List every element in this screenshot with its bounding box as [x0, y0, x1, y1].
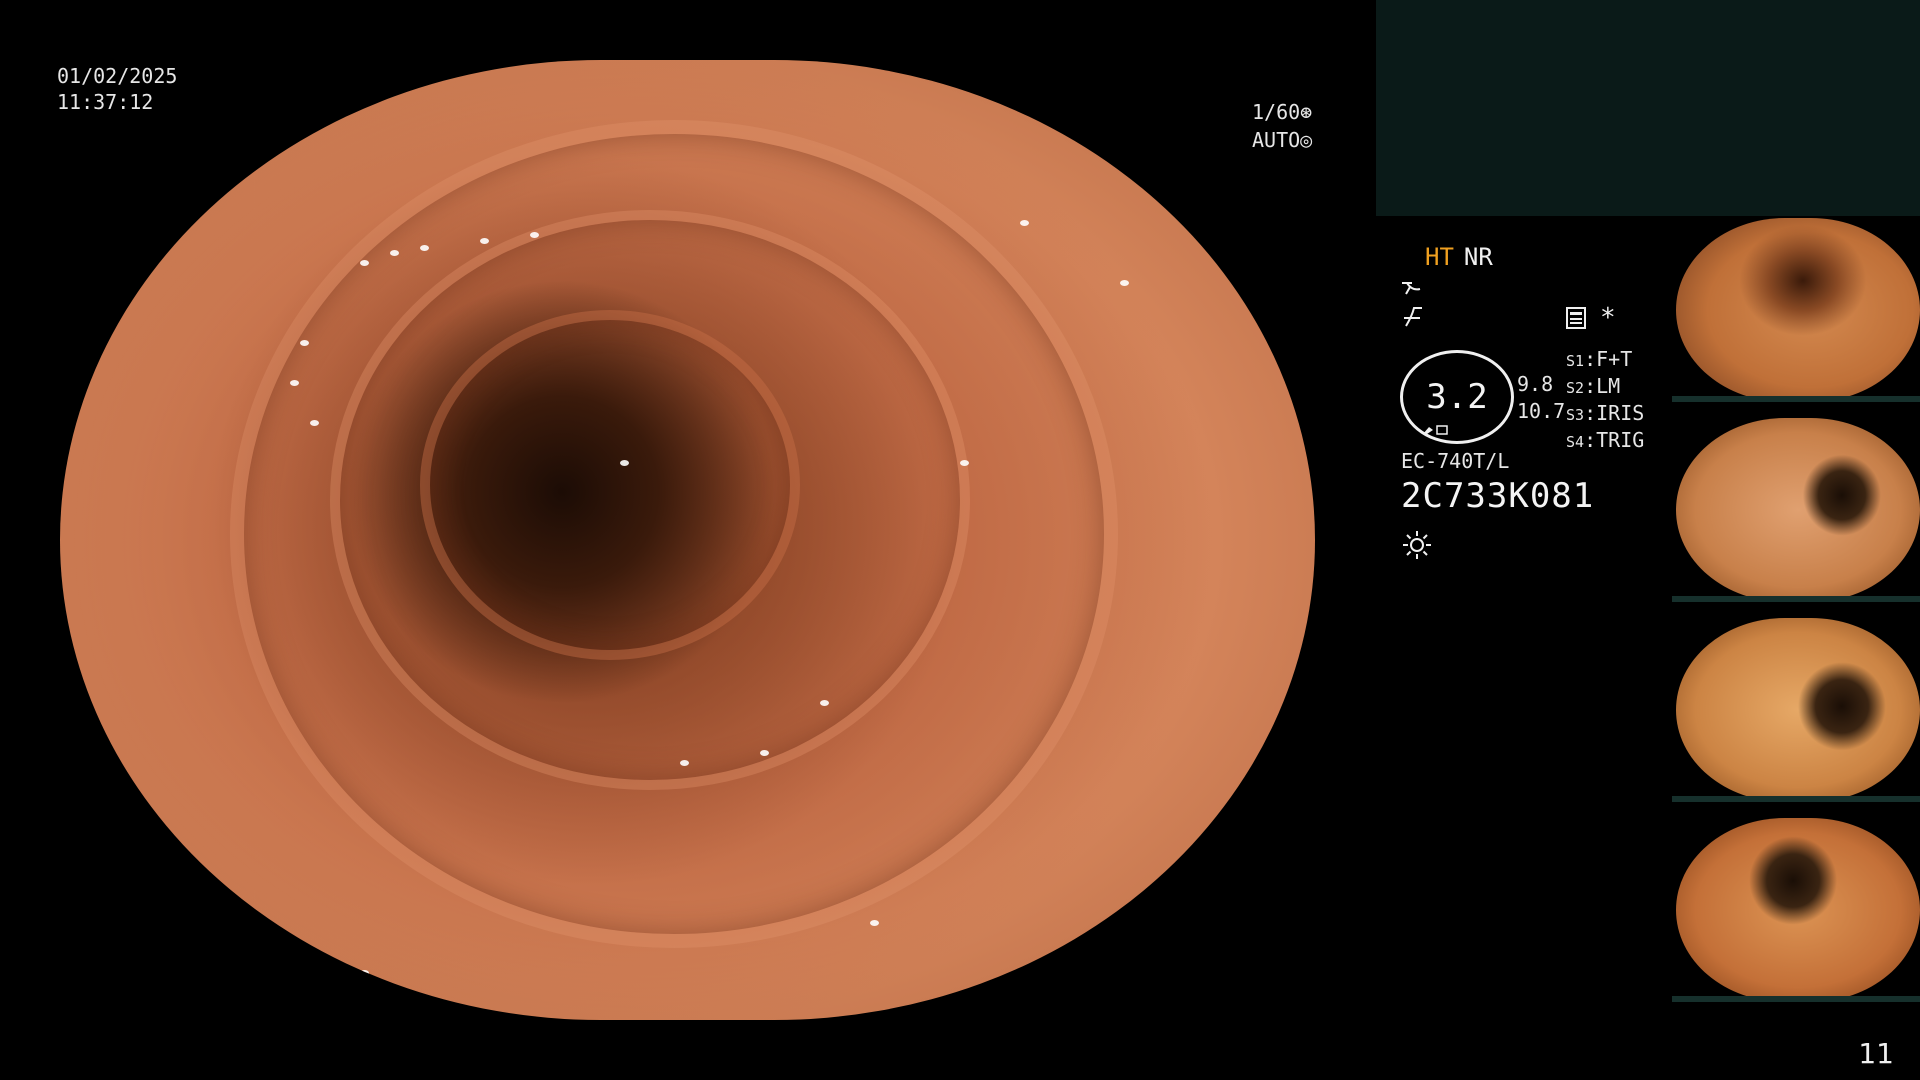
shutter-setting: 1/60⊛	[1252, 98, 1312, 126]
shutter-value: 1/60	[1252, 100, 1301, 124]
gamma-icon	[1404, 307, 1422, 327]
zoom-side-top: 9.8	[1517, 372, 1554, 396]
switch-list: S1:F+T S2:LM S3:IRIS S4:TRIG	[1566, 347, 1644, 455]
switch-item: S3:IRIS	[1566, 401, 1645, 425]
ht-label: HT	[1425, 243, 1454, 271]
thumbnail-4[interactable]	[1672, 816, 1920, 1002]
switch-item: S1:F+T	[1566, 347, 1633, 371]
thumbnail-image	[1676, 218, 1920, 402]
status-panel	[1376, 0, 1920, 216]
endoscopy-screen: 01/02/2025 11:37:12 1/60⊛ AUTO◎ HT NR * 3…	[0, 0, 1920, 1080]
zoom-mark-icon	[1423, 425, 1448, 435]
zoom-indicator: 3.2	[1400, 350, 1514, 444]
iris-setting: AUTO◎	[1252, 126, 1312, 154]
thumbnail-bar	[1672, 596, 1920, 602]
record-icon	[1566, 307, 1586, 329]
scope-model: EC-740T/L	[1401, 449, 1510, 473]
page-number: 11	[1858, 1037, 1894, 1070]
switch-item: S4:TRIG	[1566, 428, 1645, 452]
curve-icon	[1402, 282, 1421, 295]
shutter-icon: ⊛	[1300, 100, 1313, 124]
brightness-icon	[1403, 531, 1431, 559]
asterisk-icon: *	[1600, 303, 1616, 333]
zoom-value: 3.2	[1426, 377, 1488, 417]
iris-value: AUTO	[1252, 128, 1301, 152]
thumbnail-2[interactable]	[1672, 416, 1920, 602]
thumbnail-image	[1676, 418, 1920, 602]
thumbnail-image	[1676, 618, 1920, 802]
nr-label: NR	[1463, 243, 1493, 271]
thumbnail-bar	[1672, 996, 1920, 1002]
thumbnail-image	[1676, 818, 1920, 1002]
date-label: 01/02/2025	[57, 64, 178, 88]
thumbnail-bar	[1672, 396, 1920, 402]
enhancement-status: HT NR	[1425, 243, 1493, 271]
switch-item: S2:LM	[1566, 374, 1621, 398]
thumbnail-1[interactable]	[1672, 216, 1920, 402]
time-label: 11:37:12	[57, 90, 154, 114]
scope-serial: 2C733K081	[1401, 476, 1595, 516]
endoscopic-image	[60, 60, 1315, 1020]
iris-icon: ◎	[1300, 128, 1313, 152]
thumbnail-3[interactable]	[1672, 616, 1920, 802]
thumbnail-bar	[1672, 796, 1920, 802]
zoom-side-bottom: 10.7	[1517, 399, 1566, 423]
